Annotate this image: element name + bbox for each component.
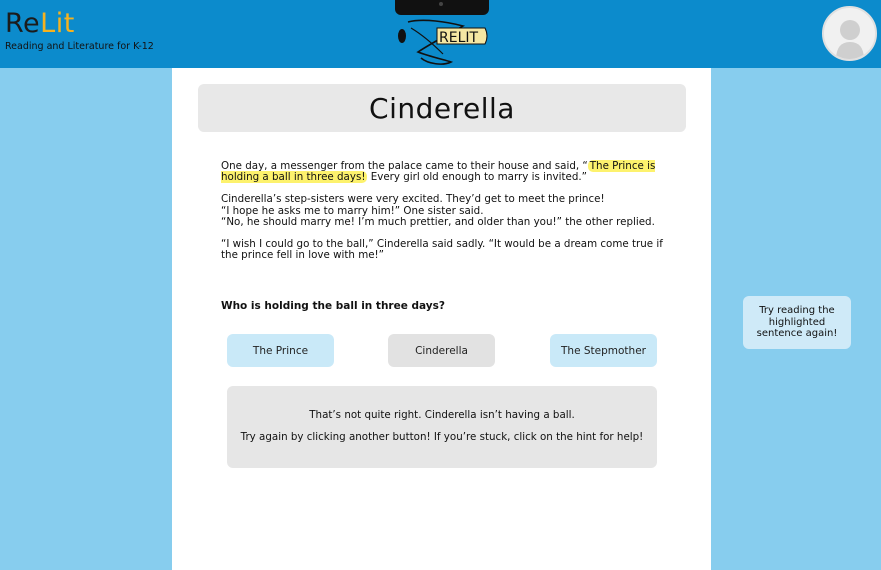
story-paragraph-3: “I wish I could go to the ball,” Cindere… [221, 238, 663, 262]
story-paragraph-2: Cinderella’s step-sisters were very exci… [221, 194, 669, 228]
brand-title-re: Re [5, 8, 41, 39]
top-bar: ReLit Reading and Literature for K-12 RE… [0, 0, 881, 68]
story-title-box: Cinderella [198, 84, 686, 132]
feedback-box: That’s not quite right. Cinderella isn’t… [227, 386, 657, 468]
feedback-message: That’s not quite right. Cinderella isn’t… [309, 409, 575, 421]
answer-button-the-prince[interactable]: The Prince [227, 334, 334, 367]
brand-title: ReLit [5, 8, 154, 40]
brand-title-lit: Lit [40, 8, 75, 39]
brand[interactable]: ReLit Reading and Literature for K-12 [5, 8, 154, 52]
brand-subtitle: Reading and Literature for K-12 [5, 41, 154, 52]
user-avatar-icon [836, 20, 864, 59]
p2-line-1: Cinderella’s step-sisters were very exci… [221, 193, 605, 206]
p1-after: Every girl old enough to marry is invite… [367, 171, 587, 184]
quiz-question: Who is holding the ball in three days? [221, 300, 445, 312]
relit-logo[interactable]: RELIT [393, 14, 493, 66]
avatar[interactable] [822, 6, 877, 61]
p2-line-3: “No, he should marry me! I’m much pretti… [221, 215, 655, 228]
story-panel: Cinderella One day, a messenger from the… [172, 68, 711, 570]
story-title: Cinderella [369, 91, 515, 125]
story-text: One day, a messenger from the palace cam… [221, 160, 669, 272]
story-paragraph-1: One day, a messenger from the palace cam… [221, 160, 669, 184]
webcam-notch [395, 0, 489, 15]
hint-button[interactable]: Try reading the highlighted sentence aga… [743, 296, 851, 349]
feedback-instruction: Try again by clicking another button! If… [240, 431, 644, 443]
logo-text: RELIT [439, 30, 479, 46]
p1-before: One day, a messenger from the palace cam… [221, 160, 588, 172]
p2-line-2: “I hope he asks me to marry him!” One si… [221, 204, 484, 217]
answer-button-the-stepmother[interactable]: The Stepmother [550, 334, 657, 367]
answer-button-cinderella[interactable]: Cinderella [388, 334, 495, 367]
